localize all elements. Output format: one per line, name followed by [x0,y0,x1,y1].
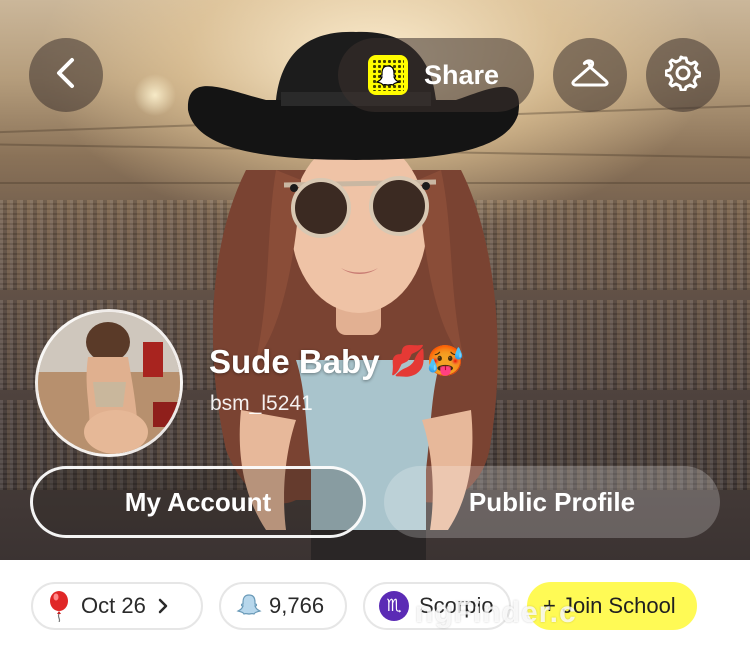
snapcode-icon [368,55,408,95]
name-emojis: 💋🥵 [389,345,465,378]
share-label: Share [424,59,500,90]
hanger-icon [570,57,610,94]
profile-photo[interactable] [35,309,183,457]
public-profile-button[interactable]: Public Profile [384,466,720,538]
birthday-chip[interactable]: Oct 26 [31,582,203,630]
my-account-button[interactable]: My Account [30,466,366,538]
back-button[interactable] [29,38,103,112]
display-name-row: Sude Baby 💋🥵 [209,343,464,381]
snap-score-chip[interactable]: 9,766 [219,582,347,630]
share-button[interactable]: Share [338,38,534,112]
chevron-right-icon [158,598,168,614]
zodiac-symbol: ♏ [386,596,402,616]
wardrobe-button[interactable] [553,38,627,112]
chevron-left-icon [53,57,79,94]
public-profile-label: Public Profile [468,486,636,517]
balloon-icon [47,590,71,622]
scorpio-icon: ♏ [379,591,409,621]
snap-score-value: 9,766 [269,593,325,618]
my-account-label: My Account [124,486,272,517]
birthday-label: Oct 26 [81,593,146,618]
watermark: ngFinder.c [415,596,577,629]
settings-button[interactable] [646,38,720,112]
profile-hero-background: Share Sude Baby 💋🥵 bsm_l5241 My Account … [0,0,750,560]
profile-info-chips: Oct 26 9,766 ♏ Scorpio + Join School [0,560,750,656]
gear-icon [664,55,702,96]
snap-score-ghost-icon [235,592,263,620]
display-name: Sude Baby [209,343,380,380]
username: bsm_l5241 [210,392,313,415]
